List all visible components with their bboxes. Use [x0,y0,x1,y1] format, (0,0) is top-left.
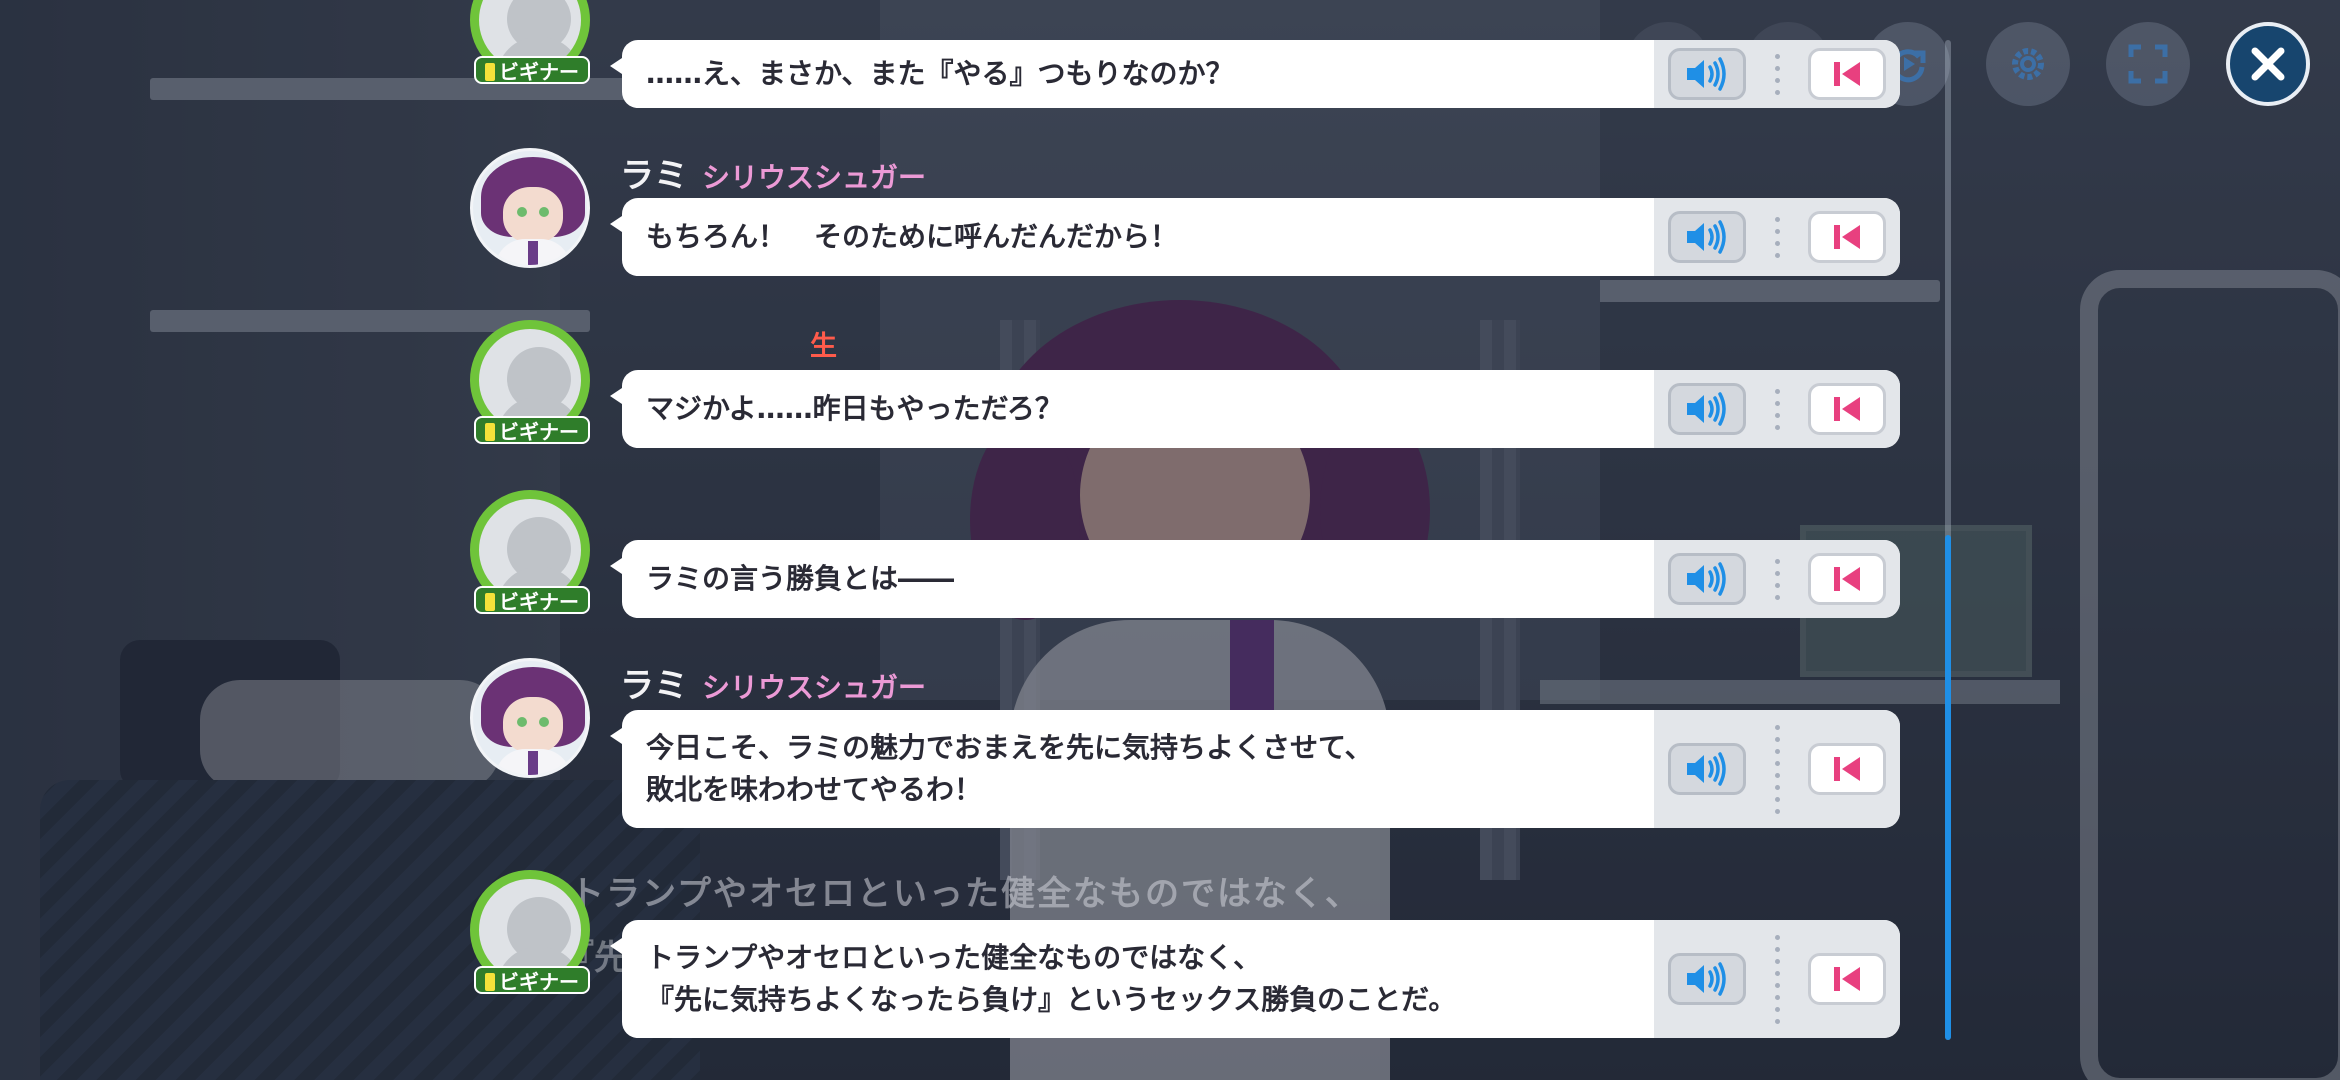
jump-back-icon [1834,225,1860,249]
message-bubble: ……え、まさか、また『やる』つもりなのか？ [610,40,1900,108]
message-text: マジかよ……昨日もやっただろ？ [646,392,1063,425]
voice-replay-button[interactable] [1668,211,1746,263]
divider-dots [1774,558,1780,600]
backlog-list: ビギナー ……え、まさか、また『やる』つもりなのか？ ラミ シリウスシュガー もち… [0,0,2340,1080]
jump-back-icon [1834,757,1860,781]
message-controls [1654,370,1900,448]
voice-replay-button[interactable] [1668,743,1746,795]
message-text: 今日こそ、ラミの魅力でおまえを先に気持ちよくさせて、 敗北を味わわせてやるわ！ [646,731,1373,806]
jump-back-button[interactable] [1808,953,1886,1005]
jump-back-icon [1834,567,1860,591]
voice-replay-button[interactable] [1668,953,1746,1005]
scrollbar-thumb[interactable] [1945,535,1951,1040]
message-controls [1654,920,1900,1038]
speaker-name: ラミ [620,666,688,706]
speaker-icon [1687,57,1726,91]
message-text: もちろん！ そのために呼んだんだから！ [646,220,1179,253]
divider-dots [1774,388,1780,430]
jump-back-icon [1834,967,1860,991]
message-controls [1654,40,1900,108]
speaker-icon [1687,962,1726,996]
divider-dots [1774,53,1780,95]
beginner-badge: ビギナー [474,966,590,994]
message-text: ラミの言う勝負とは―― [646,562,955,595]
speaker-affiliation: シリウスシュガー [702,161,927,194]
message-bubble: トランプやオセロといった健全なものではなく、 『先に気持ちよくなったら負け』とい… [610,920,1900,1038]
message-text: トランプやオセロといった健全なものではなく、 『先に気持ちよくなったら負け』とい… [646,941,1457,1016]
speaker-icon [1687,220,1726,254]
jump-back-button[interactable] [1808,553,1886,605]
message-bubble: 今日こそ、ラミの魅力でおまえを先に気持ちよくさせて、 敗北を味わわせてやるわ！ [610,710,1900,828]
message-bubble: もちろん！ そのために呼んだんだから！ [610,198,1900,276]
beginner-badge: ビギナー [474,56,590,84]
speaker-name: ラミ [620,156,688,196]
speaker-icon [1687,562,1726,596]
message-controls [1654,540,1900,618]
beginner-badge: ビギナー [474,416,590,444]
speaker-icon [1687,392,1726,426]
voice-replay-button[interactable] [1668,383,1746,435]
jump-back-icon [1834,397,1860,421]
avatar-beginner: ビギナー [470,490,590,614]
message-bubble: マジかよ……昨日もやっただろ？ [610,370,1900,448]
jump-back-button[interactable] [1808,743,1886,795]
message-text: ……え、まさか、また『やる』つもりなのか？ [646,57,1234,90]
avatar-beginner: ビギナー [470,0,590,84]
divider-dots [1774,216,1780,258]
message-controls [1654,710,1900,828]
voice-replay-button[interactable] [1668,553,1746,605]
speaker-icon [1687,752,1726,786]
beginner-badge: ビギナー [474,586,590,614]
speaker-affiliation: シリウスシュガー [702,671,927,704]
message-bubble: ラミの言う勝負とは―― [610,540,1900,618]
jump-back-button[interactable] [1808,48,1886,100]
jump-back-icon [1834,62,1860,86]
voice-replay-button[interactable] [1668,48,1746,100]
divider-dots [1774,724,1780,814]
avatar-lami [470,148,590,268]
avatar-lami [470,658,590,778]
avatar-beginner: ビギナー [470,870,590,994]
jump-back-button[interactable] [1808,211,1886,263]
jump-back-button[interactable] [1808,383,1886,435]
message-controls [1654,198,1900,276]
divider-dots [1774,934,1780,1024]
avatar-beginner: ビギナー [470,320,590,444]
